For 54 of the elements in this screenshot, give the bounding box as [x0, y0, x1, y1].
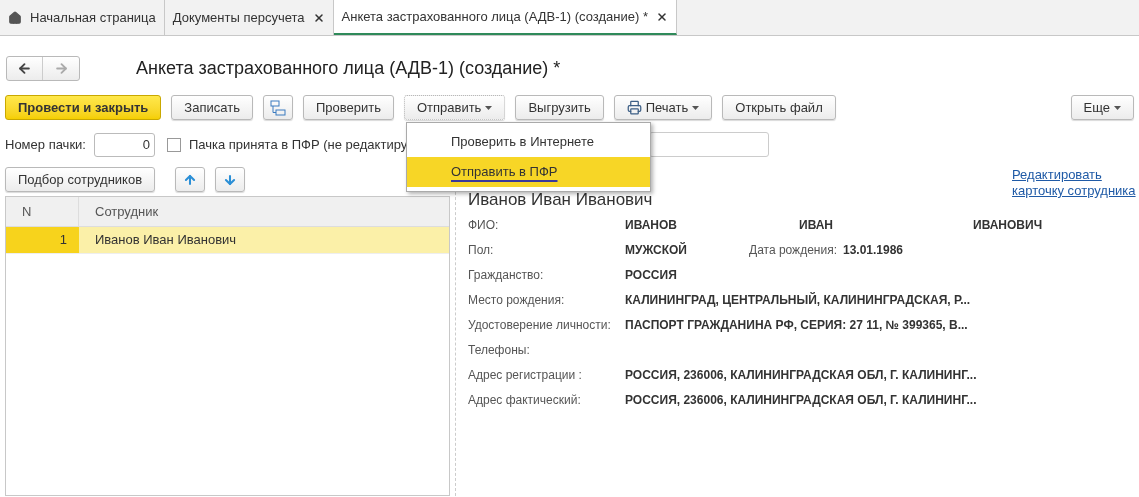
- batch-number-label: Номер пачки:: [5, 135, 86, 154]
- toolbar-button[interactable]: Открыть файл: [722, 95, 836, 120]
- tab[interactable]: Начальная страница: [0, 0, 165, 35]
- more-button[interactable]: Еще: [1070, 95, 1134, 120]
- structure-button[interactable]: [262, 95, 293, 120]
- menu-item[interactable]: Отправить в ПФР: [407, 157, 650, 187]
- move-down-button[interactable]: [215, 167, 246, 192]
- employee-name: Иванов Иван Иванович: [468, 189, 653, 211]
- home-icon: [8, 10, 22, 25]
- toolbar-button[interactable]: Выгрузить: [515, 95, 604, 120]
- caret-icon: [692, 105, 700, 110]
- column-header: Сотрудник: [94, 202, 159, 221]
- field-label: Адрес регистрации :: [468, 367, 583, 384]
- toolbar-button[interactable]: Записать: [171, 95, 253, 120]
- edit-employee-link[interactable]: Редактировать карточку сотрудника: [1012, 167, 1137, 213]
- tab[interactable]: Документы персучета: [164, 0, 334, 35]
- table-cell: 1: [6, 227, 79, 253]
- field-value: КАЛИНИНГРАД, ЦЕНТРАЛЬНЫЙ, КАЛИНИНГРАДСКАЯ, Р...: [625, 291, 971, 309]
- field-value: 13.01.1986: [843, 242, 904, 259]
- checkbox-label: Пачка принята в ПФР (не редактиру: [188, 135, 409, 154]
- field-label: Адрес фактический:: [468, 392, 582, 409]
- field-label: Место рождения:: [468, 292, 566, 309]
- field-value: РОССИЯ: [625, 267, 677, 284]
- field-value: МУЖСКОЙ: [625, 241, 688, 259]
- column-header: N: [6, 197, 79, 226]
- field-label: Дата рождения:: [749, 242, 837, 259]
- field-label: Пол:: [468, 242, 495, 259]
- caret-icon: [485, 105, 493, 110]
- field-value: ПАСПОРТ ГРАЖДАНИНА РФ, СЕРИЯ: 27 11, № 399365, В...: [625, 317, 968, 334]
- pick-employees-button[interactable]: Подбор сотрудников: [5, 167, 156, 192]
- table-cell-text: Иванов Иван Иванович: [94, 231, 237, 250]
- field-value: РОССИЯ, 236006, КАЛИНИНГРАДСКАЯ ОБЛ, Г. КАЛИНИНГ...: [625, 392, 977, 409]
- field-label: Гражданство:: [468, 267, 545, 284]
- menu-item[interactable]: Проверить в Интернете: [407, 127, 650, 157]
- print-button[interactable]: Печать: [613, 95, 713, 120]
- move-up-button[interactable]: [175, 167, 206, 192]
- checkbox[interactable]: [166, 137, 181, 152]
- batch-number-field[interactable]: 0: [93, 132, 155, 157]
- hierarchy-icon: [269, 99, 286, 116]
- field-label: Удостоверение личности:: [468, 317, 612, 334]
- field-value: ИВАНОВ: [625, 217, 679, 234]
- printer-icon: [626, 100, 642, 115]
- form-title: Анкета застрахованного лица (АДВ-1) (создание) *: [136, 57, 561, 80]
- table-row[interactable]: 1 Иванов Иван Иванович: [6, 227, 449, 254]
- field-value: РОССИЯ, 236006, КАЛИНИНГРАДСКАЯ ОБЛ, Г. КАЛИНИНГ...: [625, 367, 977, 384]
- field-value: ИВАН: [799, 217, 835, 234]
- caret-icon: [1114, 105, 1121, 110]
- field-value: ИВАНОВИЧ: [973, 217, 1043, 234]
- field-label: ФИО:: [468, 217, 500, 234]
- post-and-close-button[interactable]: Провести и закрыть: [5, 95, 162, 120]
- field-label: Телефоны:: [468, 342, 531, 359]
- toolbar-button[interactable]: Проверить: [302, 95, 394, 120]
- send-menu-button[interactable]: Отправить: [403, 95, 506, 120]
- tab[interactable]: Анкета застрахованного лица (АДВ-1) (создание) *: [333, 0, 677, 35]
